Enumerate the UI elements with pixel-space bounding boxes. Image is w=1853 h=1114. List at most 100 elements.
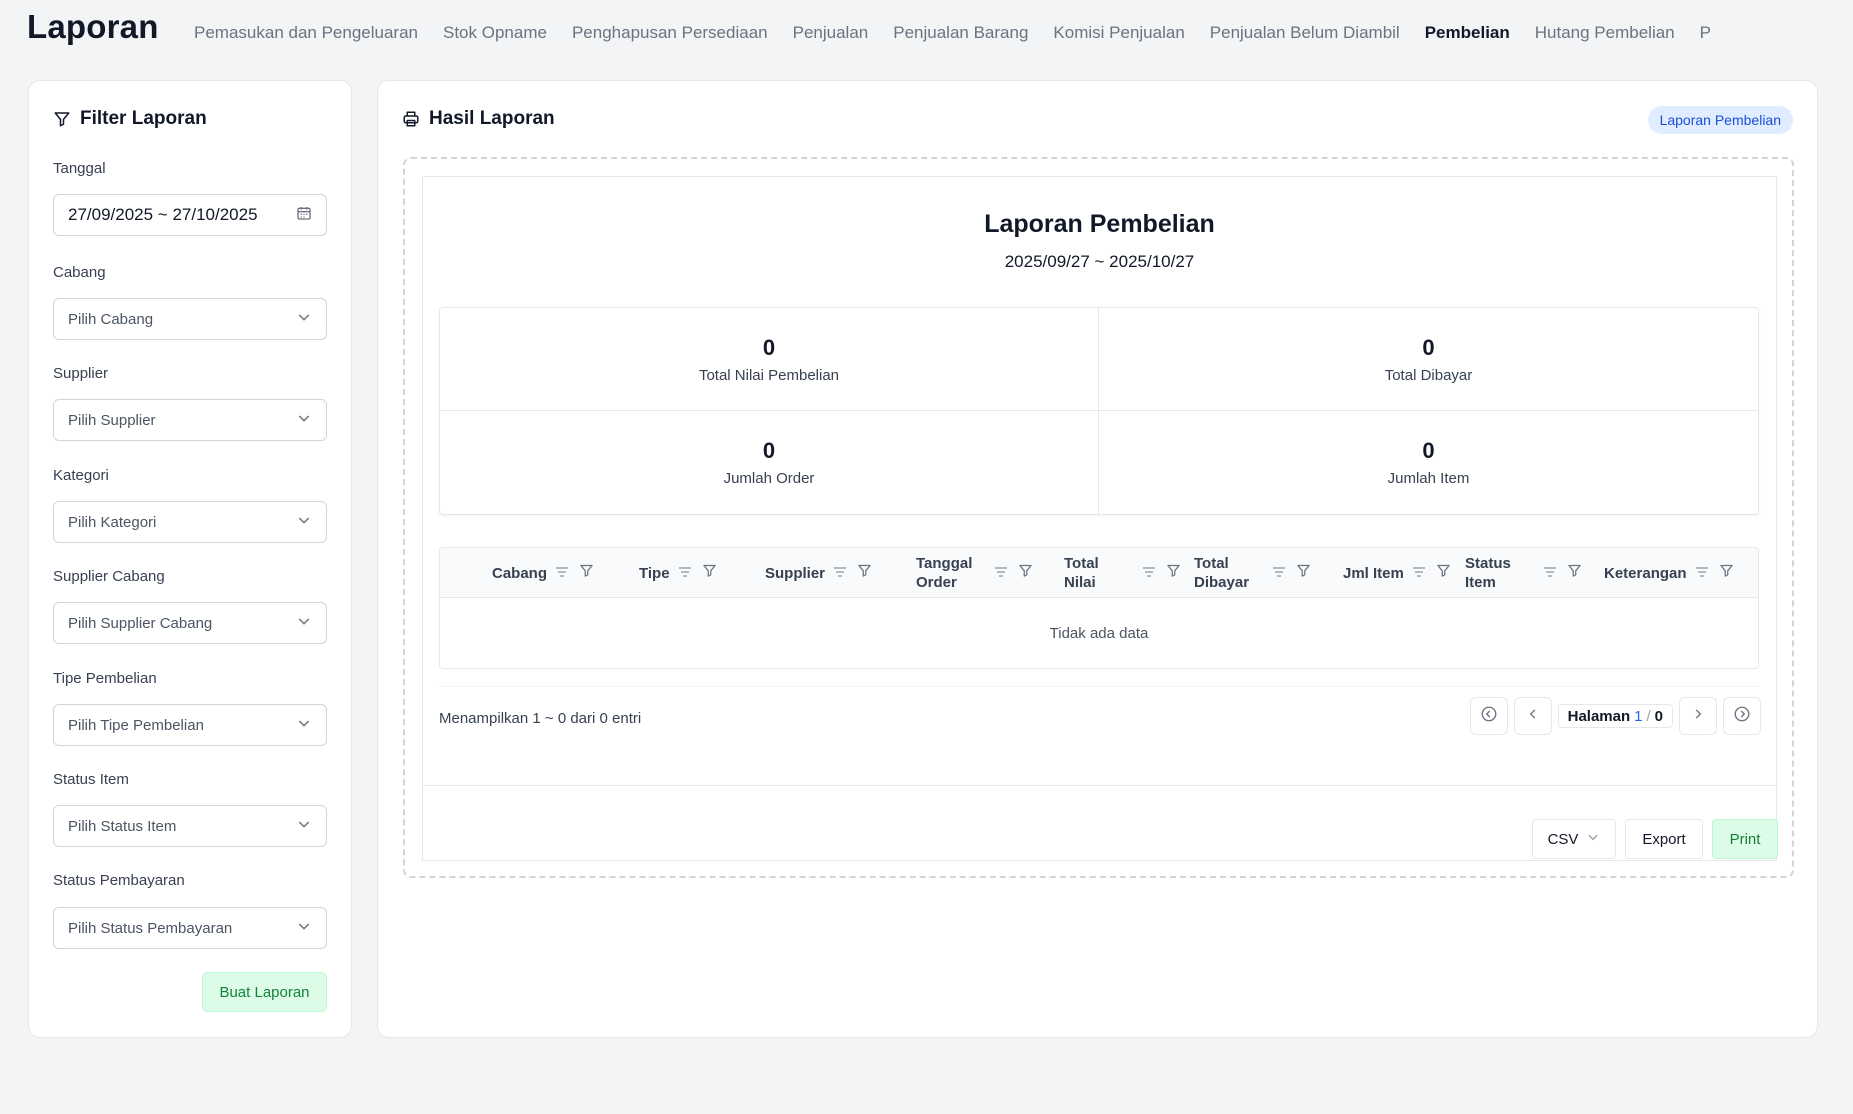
tab-komisi-penjualan[interactable]: Komisi Penjualan: [1053, 23, 1184, 43]
tipe-pembelian-select[interactable]: Pilih Tipe Pembelian: [53, 704, 327, 746]
tab-stok-opname[interactable]: Stok Opname: [443, 23, 547, 43]
tab-penjualan-belum-diambil[interactable]: Penjualan Belum Diambil: [1210, 23, 1400, 43]
tab-pembelian[interactable]: Pembelian: [1425, 23, 1510, 43]
report-title: Laporan Pembelian: [984, 210, 1215, 238]
buat-laporan-button[interactable]: Buat Laporan: [202, 972, 327, 1012]
status-item-placeholder: Pilih Status Item: [68, 817, 177, 835]
column-header-jml-item[interactable]: Jml Item: [1343, 548, 1451, 598]
chevron-down-icon: [296, 715, 312, 736]
column-header-cabang[interactable]: Cabang: [492, 548, 594, 598]
result-panel-title: Hasil Laporan: [429, 108, 555, 129]
column-header-tanggal-order[interactable]: Tanggal Order: [916, 548, 1033, 598]
cabang-placeholder: Pilih Cabang: [68, 310, 154, 328]
filter-icon[interactable]: [1567, 563, 1582, 583]
tanggal-label: Tanggal: [53, 160, 106, 177]
stat-total-dibayar: 0 Total Dibayar: [1099, 308, 1758, 411]
sort-lines-icon[interactable]: [1142, 564, 1156, 583]
prev-page-button[interactable]: [1513, 697, 1552, 735]
stat-value: 0: [1422, 334, 1435, 360]
summary-stats: 0 Total Nilai Pembelian 0 Total Dibayar …: [439, 307, 1759, 515]
status-pembayaran-select[interactable]: Pilih Status Pembayaran: [53, 907, 327, 949]
print-area: Laporan Pembelian 2025/09/27 ~ 2025/10/2…: [403, 157, 1794, 878]
cabang-select[interactable]: Pilih Cabang: [53, 298, 327, 340]
filter-icon[interactable]: [579, 563, 594, 583]
report-actions: CSV Export Print: [1532, 819, 1778, 859]
date-range-field[interactable]: 27/09/2025 ~ 27/10/2025: [53, 194, 327, 236]
tab-pemasukan-pengeluaran[interactable]: Pemasukan dan Pengeluaran: [194, 23, 418, 43]
next-page-button[interactable]: [1679, 697, 1717, 735]
status-item-select[interactable]: Pilih Status Item: [53, 805, 327, 847]
current-page[interactable]: 1: [1634, 708, 1642, 725]
top-bar: Laporan Pemasukan dan Pengeluaran Stok O…: [0, 0, 1853, 66]
stat-value: 0: [1422, 438, 1435, 463]
supplier-cabang-label: Supplier Cabang: [53, 568, 165, 585]
printer-icon: [402, 110, 420, 128]
column-label: Total Dibayar: [1194, 555, 1250, 591]
column-header-keterangan[interactable]: Keterangan: [1604, 548, 1734, 598]
stat-label: Jumlah Item: [1387, 470, 1470, 487]
column-label: Status Item: [1465, 555, 1511, 591]
column-header-total-nilai[interactable]: Total Nilai: [1064, 548, 1181, 598]
filter-icon[interactable]: [857, 563, 872, 583]
kategori-placeholder: Pilih Kategori: [68, 513, 157, 531]
export-button[interactable]: Export: [1625, 819, 1703, 859]
stat-total-nilai-pembelian: 0 Total Nilai Pembelian: [440, 308, 1099, 411]
sort-lines-icon[interactable]: [1543, 564, 1557, 583]
column-header-status-item[interactable]: Status Item: [1465, 548, 1582, 598]
page-indicator: Halaman 1 / 0: [1557, 704, 1673, 728]
circle-chevrons-right-icon: [1733, 705, 1751, 728]
table-header: Cabang Tipe Supplier Tanggal Order Total…: [440, 548, 1758, 598]
sort-lines-icon[interactable]: [1695, 564, 1709, 583]
format-select[interactable]: CSV: [1532, 819, 1616, 859]
column-label: Cabang: [492, 564, 548, 582]
stat-jumlah-order: 0 Jumlah Order: [440, 411, 1099, 514]
status-pembayaran-label: Status Pembayaran: [53, 872, 185, 889]
supplier-select[interactable]: Pilih Supplier: [53, 399, 327, 441]
tab-penjualan[interactable]: Penjualan: [793, 23, 869, 43]
kategori-select[interactable]: Pilih Kategori: [53, 501, 327, 543]
stat-value: 0: [762, 438, 776, 463]
date-range-value: 27/09/2025 ~ 27/10/2025: [68, 205, 258, 224]
filter-icon[interactable]: [702, 563, 717, 583]
print-button[interactable]: Print: [1712, 819, 1778, 859]
column-header-supplier[interactable]: Supplier: [765, 548, 872, 598]
column-header-total-dibayar[interactable]: Total Dibayar: [1194, 548, 1311, 598]
status-pembayaran-placeholder: Pilih Status Pembayaran: [68, 919, 233, 937]
filter-icon[interactable]: [1166, 563, 1181, 583]
tab-overflow[interactable]: P: [1700, 23, 1711, 43]
chevron-down-icon: [296, 816, 312, 837]
column-label: Total Nilai: [1064, 555, 1099, 591]
sort-lines-icon[interactable]: [1412, 564, 1426, 583]
tab-penjualan-barang[interactable]: Penjualan Barang: [893, 23, 1028, 43]
page-separator: /: [1646, 707, 1651, 725]
sort-lines-icon[interactable]: [833, 564, 847, 583]
tab-hutang-pembelian[interactable]: Hutang Pembelian: [1535, 23, 1675, 43]
column-label: Supplier: [765, 564, 826, 582]
sort-lines-icon[interactable]: [555, 564, 569, 583]
filter-icon[interactable]: [1018, 563, 1033, 583]
tab-penghapusan-persediaan[interactable]: Penghapusan Persediaan: [572, 23, 768, 43]
chevron-down-icon: [296, 918, 312, 939]
report-date-range: 2025/09/27 ~ 2025/10/27: [1004, 252, 1195, 271]
filter-panel-title: Filter Laporan: [80, 108, 207, 129]
report-table: Cabang Tipe Supplier Tanggal Order Total…: [439, 547, 1759, 669]
sort-lines-icon[interactable]: [994, 564, 1008, 583]
calendar-icon[interactable]: [296, 205, 312, 226]
filter-icon[interactable]: [1719, 563, 1734, 583]
sort-lines-icon[interactable]: [678, 564, 692, 583]
sheet-divider: [423, 785, 1776, 786]
first-page-button[interactable]: [1469, 697, 1508, 735]
result-panel: Hasil Laporan Laporan Pembelian Laporan …: [377, 80, 1818, 1038]
table-divider: [439, 686, 1759, 687]
chevron-down-icon: [296, 410, 312, 431]
column-header-tipe[interactable]: Tipe: [639, 548, 717, 598]
chevron-down-icon: [1586, 830, 1600, 848]
supplier-cabang-select[interactable]: Pilih Supplier Cabang: [53, 602, 327, 644]
tipe-pembelian-placeholder: Pilih Tipe Pembelian: [68, 716, 204, 734]
stat-label: Total Nilai Pembelian: [698, 366, 840, 384]
last-page-button[interactable]: [1723, 697, 1761, 735]
filter-icon[interactable]: [1296, 563, 1311, 583]
filter-icon[interactable]: [1436, 563, 1451, 583]
sort-lines-icon[interactable]: [1272, 564, 1286, 583]
circle-chevrons-left-icon: [1480, 705, 1498, 728]
